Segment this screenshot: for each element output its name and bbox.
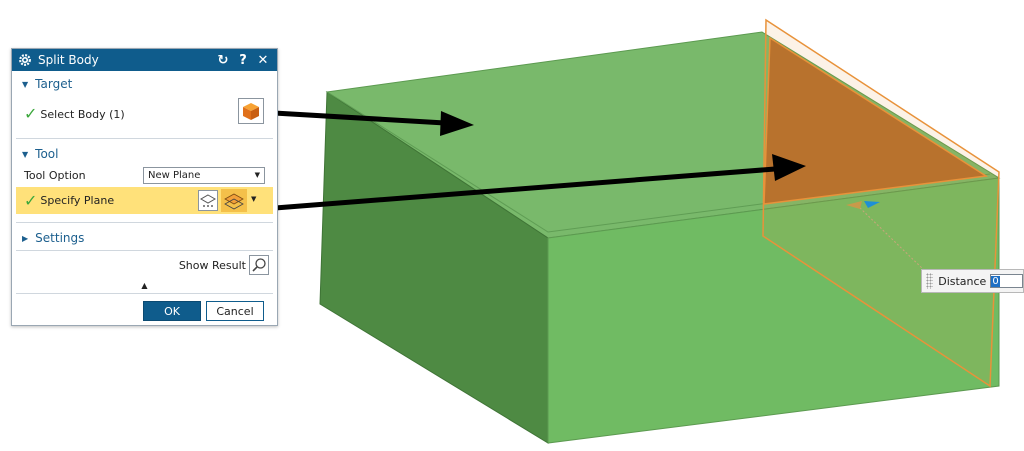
tool-option-value: New Plane	[148, 170, 201, 181]
plane-type-dropdown-icon[interactable]: ▼	[251, 195, 256, 203]
split-body-dialog: Split Body ↻ ? ✕ ▼ Target ✓ Select Body …	[11, 48, 278, 326]
distance-value: 0	[991, 275, 1000, 287]
cancel-button[interactable]: Cancel	[206, 301, 264, 321]
specify-plane-row[interactable]: ✓ Specify Plane ▼	[16, 187, 273, 214]
tool-section-header[interactable]: ▼ Tool	[12, 144, 277, 164]
split-plane-section	[763, 36, 989, 205]
drag-grip-icon[interactable]	[926, 273, 934, 289]
distance-label: Distance	[938, 274, 987, 288]
show-result-label: Show Result	[178, 258, 246, 272]
collapse-footer[interactable]: ▲	[12, 279, 277, 291]
distance-input-box: Distance 0	[921, 269, 1024, 293]
cancel-button-label: Cancel	[216, 304, 254, 318]
collapse-up-icon: ▲	[141, 280, 148, 290]
dialog-titlebar[interactable]: Split Body ↻ ? ✕	[12, 49, 277, 71]
solid-body-icon	[243, 103, 259, 120]
collapse-triangle-icon: ▼	[22, 79, 29, 89]
tool-section-label: Tool	[35, 147, 59, 161]
checkmark-icon: ✓	[24, 190, 38, 210]
ok-button[interactable]: OK	[143, 301, 201, 321]
tool-option-label: Tool Option	[24, 168, 86, 182]
inferred-plane-button[interactable]	[221, 189, 247, 212]
dialog-buttons: OK Cancel	[12, 294, 277, 326]
plane-icon	[224, 193, 244, 209]
help-icon[interactable]: ?	[235, 52, 251, 68]
settings-section-label: Settings	[35, 231, 85, 245]
select-body-button[interactable]	[238, 98, 264, 124]
dropdown-caret-icon: ▼	[254, 171, 260, 179]
specify-plane-label: Specify Plane	[40, 194, 115, 207]
select-body-label: Select Body (1)	[40, 107, 125, 121]
tool-option-dropdown[interactable]: New Plane ▼	[143, 167, 265, 184]
target-section-header[interactable]: ▼ Target	[12, 74, 277, 94]
gear-icon	[19, 54, 31, 66]
select-body-row[interactable]: ✓ Select Body (1)	[12, 94, 277, 134]
reset-icon[interactable]: ↻	[215, 52, 231, 68]
magnifier-icon	[252, 258, 266, 272]
dialog-title: Split Body	[38, 53, 99, 67]
expand-triangle-icon: ▶	[22, 233, 29, 243]
plane-dialog-button[interactable]	[198, 190, 218, 211]
target-section-label: Target	[35, 77, 73, 91]
distance-field[interactable]: 0	[990, 274, 1023, 288]
show-result-button[interactable]	[249, 255, 269, 275]
collapse-triangle-icon: ▼	[22, 149, 29, 159]
checkmark-icon: ✓	[24, 104, 38, 123]
plane-dialog-icon	[200, 193, 216, 207]
tool-option-row: Tool Option New Plane ▼	[12, 164, 277, 186]
show-result-row: Show Result	[12, 251, 277, 279]
close-icon[interactable]: ✕	[255, 52, 271, 68]
ok-button-label: OK	[164, 304, 180, 318]
settings-section-header[interactable]: ▶ Settings	[12, 228, 277, 248]
